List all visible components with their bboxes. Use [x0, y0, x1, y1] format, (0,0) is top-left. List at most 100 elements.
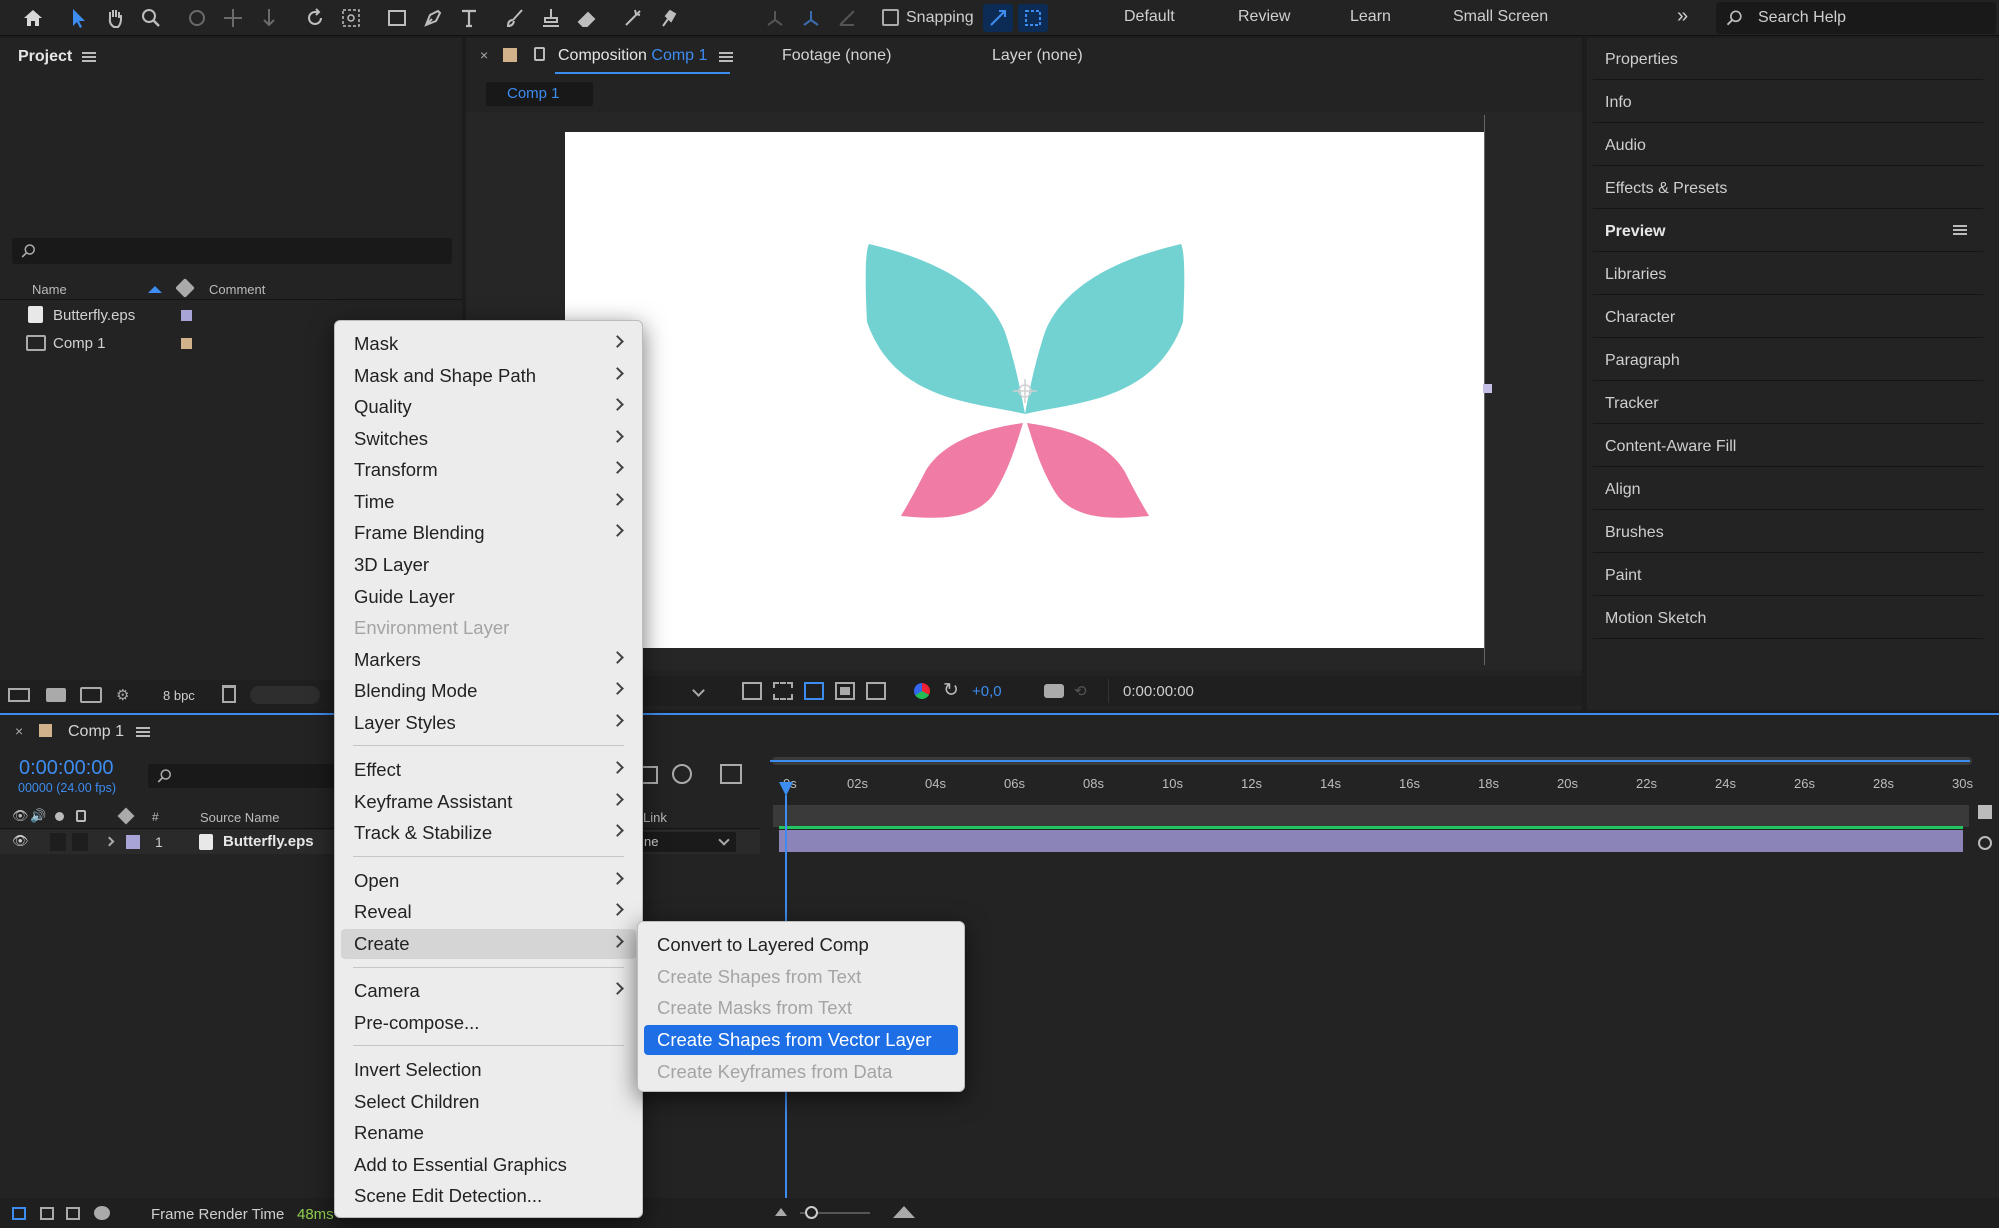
- roto-brush-icon[interactable]: [618, 4, 648, 32]
- playhead-marker-icon[interactable]: [779, 782, 793, 796]
- hand-tool-icon[interactable]: [100, 4, 130, 32]
- menu-item-create[interactable]: Create: [341, 929, 636, 959]
- timeline-close-icon[interactable]: ×: [15, 723, 23, 739]
- column-parent-link[interactable]: Link: [643, 810, 667, 825]
- pan-tool-icon[interactable]: [218, 4, 248, 32]
- layer-handle[interactable]: [1483, 384, 1492, 393]
- layer-lock-toggle[interactable]: [72, 833, 88, 851]
- in-out-icon[interactable]: [66, 1207, 80, 1220]
- menu-item-blending-mode[interactable]: Blending Mode: [341, 676, 636, 706]
- menu-item-mask-shape-path[interactable]: Mask and Shape Path: [341, 361, 636, 391]
- solo-icon[interactable]: [55, 812, 64, 821]
- parent-dropdown[interactable]: ne: [640, 832, 736, 852]
- column-number[interactable]: #: [152, 810, 159, 824]
- reset-exposure-icon[interactable]: ↻: [943, 679, 959, 702]
- menu-item-quality[interactable]: Quality: [341, 392, 636, 422]
- menu-item-pre-compose[interactable]: Pre-compose...: [341, 1008, 636, 1038]
- panel-libraries[interactable]: Libraries: [1593, 253, 1983, 295]
- new-folder-icon[interactable]: [46, 688, 66, 702]
- zoom-out-icon[interactable]: [775, 1208, 787, 1216]
- menu-item-open[interactable]: Open: [341, 866, 636, 896]
- bit-depth-button[interactable]: 8 bpc: [163, 688, 195, 703]
- project-zoom-slider[interactable]: [250, 686, 320, 704]
- panel-audio[interactable]: Audio: [1593, 124, 1983, 166]
- pen-tool-icon[interactable]: [418, 4, 448, 32]
- menu-item-time[interactable]: Time: [341, 487, 636, 517]
- menu-item-mask[interactable]: Mask: [341, 329, 636, 359]
- rectangle-tool-icon[interactable]: [382, 4, 412, 32]
- clone-stamp-icon[interactable]: [536, 4, 566, 32]
- panel-properties[interactable]: Properties: [1593, 38, 1983, 80]
- panel-effects-presets[interactable]: Effects & Presets: [1593, 167, 1983, 209]
- zoom-slider-knob[interactable]: [805, 1206, 818, 1219]
- menu-item-effect[interactable]: Effect: [341, 755, 636, 785]
- region-of-interest-icon[interactable]: [835, 682, 855, 700]
- menu-item-switches[interactable]: Switches: [341, 424, 636, 454]
- menu-item-transform[interactable]: Transform: [341, 455, 636, 485]
- panel-info[interactable]: Info: [1593, 81, 1983, 123]
- menu-item-reveal[interactable]: Reveal: [341, 897, 636, 927]
- interpret-footage-icon[interactable]: [8, 688, 30, 702]
- label-color-swatch[interactable]: [181, 310, 192, 321]
- layer-solo-toggle[interactable]: [50, 833, 66, 851]
- timeline-menu-icon[interactable]: [136, 727, 150, 737]
- color-channels-icon[interactable]: [914, 683, 930, 699]
- menu-item-select-children[interactable]: Select Children: [341, 1087, 636, 1117]
- new-composition-icon[interactable]: [80, 687, 102, 703]
- panel-align[interactable]: Align: [1593, 468, 1983, 510]
- sort-ascending-icon[interactable]: [148, 286, 162, 293]
- delete-trash-icon[interactable]: [222, 685, 236, 703]
- menu-item-frame-blending[interactable]: Frame Blending: [341, 518, 636, 548]
- brush-tool-icon[interactable]: [500, 4, 530, 32]
- project-settings-icon[interactable]: ⚙: [116, 686, 129, 704]
- butterfly-artwork[interactable]: [565, 132, 1485, 648]
- project-search-input[interactable]: [12, 238, 452, 264]
- timeline-timecode[interactable]: 0:00:00:00: [19, 757, 114, 780]
- rotate-tool-icon[interactable]: [300, 4, 330, 32]
- panel-paint[interactable]: Paint: [1593, 554, 1983, 596]
- transfer-controls-icon[interactable]: [40, 1207, 54, 1220]
- menu-item-keyframe-assistant[interactable]: Keyframe Assistant: [341, 787, 636, 817]
- timeline-search-input[interactable]: [148, 764, 338, 788]
- mask-visibility-icon[interactable]: [804, 682, 824, 700]
- eraser-tool-icon[interactable]: [572, 4, 602, 32]
- layer-expand-chevron-icon[interactable]: [104, 836, 115, 847]
- composition-menu-icon[interactable]: [719, 52, 733, 62]
- timeline-tab[interactable]: Comp 1: [68, 723, 124, 741]
- layer-duration-bar[interactable]: [779, 830, 1963, 852]
- menu-item-add-essential-graphics[interactable]: Add to Essential Graphics: [341, 1150, 636, 1180]
- footage-tab[interactable]: Footage (none): [782, 47, 891, 65]
- audio-switch-icon[interactable]: 🔊: [30, 808, 46, 824]
- motion-blur-icon[interactable]: [672, 764, 692, 784]
- column-source-name[interactable]: Source Name: [200, 810, 279, 825]
- snap-edges-icon[interactable]: [983, 4, 1013, 32]
- menu-item-track-stabilize[interactable]: Track & Stabilize: [341, 818, 636, 848]
- label-color-swatch[interactable]: [181, 338, 192, 349]
- comp-button-icon[interactable]: [1978, 836, 1992, 850]
- panel-motion-sketch[interactable]: Motion Sketch: [1593, 597, 1983, 639]
- project-menu-icon[interactable]: [82, 52, 96, 62]
- panel-brushes[interactable]: Brushes: [1593, 511, 1983, 553]
- layer-tab[interactable]: Layer (none): [992, 47, 1083, 65]
- menu-item-scene-edit-detection[interactable]: Scene Edit Detection...: [341, 1181, 636, 1211]
- comp-marker-bin-icon[interactable]: [1978, 805, 1992, 819]
- viewer-timecode[interactable]: 0:00:00:00: [1123, 683, 1194, 700]
- search-help-field[interactable]: Search Help: [1716, 2, 1996, 34]
- workspace-review[interactable]: Review: [1238, 8, 1290, 26]
- work-area-range[interactable]: [770, 760, 1970, 762]
- submenu-item-convert-layered-comp[interactable]: Convert to Layered Comp: [644, 930, 958, 960]
- workspace-small-screen[interactable]: Small Screen: [1453, 8, 1548, 26]
- menu-item-layer-styles[interactable]: Layer Styles: [341, 708, 636, 738]
- anchor-tool-icon[interactable]: [336, 4, 366, 32]
- close-tab-icon[interactable]: ×: [480, 47, 488, 63]
- column-comment[interactable]: Comment: [209, 282, 265, 297]
- home-icon[interactable]: [18, 4, 48, 32]
- exposure-value[interactable]: +0,0: [972, 683, 1002, 700]
- composition-canvas[interactable]: [565, 132, 1485, 648]
- panel-preview[interactable]: Preview: [1593, 210, 1983, 252]
- snap-features-icon[interactable]: [1018, 4, 1048, 32]
- workspace-overflow-icon[interactable]: »: [1677, 5, 1688, 28]
- menu-item-3d-layer[interactable]: 3D Layer: [341, 550, 636, 580]
- lock-icon[interactable]: [534, 47, 545, 61]
- workspace-learn[interactable]: Learn: [1350, 8, 1391, 26]
